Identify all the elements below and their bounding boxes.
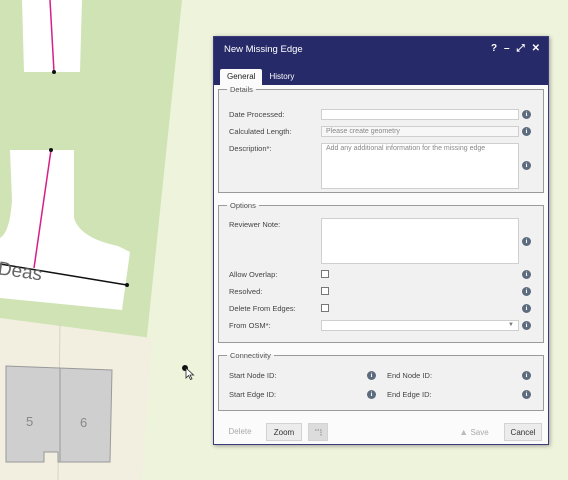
resolved-checkbox[interactable] (321, 287, 329, 295)
resolved-label: Resolved: (229, 287, 263, 296)
delete-from-edges-checkbox[interactable] (321, 304, 329, 312)
building-number-6: 6 (80, 415, 87, 430)
allow-overlap-info-icon[interactable]: i (522, 270, 531, 279)
save-button[interactable]: ▲ Save (454, 423, 494, 441)
date-processed-label: Date Processed: (229, 110, 285, 119)
options-legend: Options (230, 201, 256, 210)
details-legend: Details (230, 85, 253, 94)
reviewer-note-label: Reviewer Note: (229, 220, 281, 229)
from-osm-select[interactable]: ▼ (321, 320, 519, 331)
delete-from-edges-label: Delete From Edges: (229, 304, 296, 313)
save-label: Save (470, 428, 489, 437)
from-osm-label: From OSM*: (229, 321, 271, 330)
end-edge-label: End Edge ID: (387, 390, 432, 399)
start-edge-label: Start Edge ID: (229, 390, 277, 399)
description-textarea[interactable]: Add any additional information for the m… (321, 143, 519, 189)
reviewer-note-textarea[interactable] (321, 218, 519, 264)
connectivity-legend: Connectivity (230, 351, 271, 360)
help-icon[interactable]: ? (491, 43, 497, 55)
building-number-5: 5 (26, 414, 33, 429)
dialog-title: New Missing Edge (224, 44, 303, 55)
description-label: Description*: (229, 144, 272, 153)
minimize-icon[interactable]: – (504, 43, 510, 55)
details-section: Details Date Processed: i Calculated Len… (218, 85, 544, 193)
connectivity-section: Connectivity Start Node ID: i End Node I… (218, 351, 544, 411)
mouse-pointer-icon (185, 367, 195, 381)
start-node-info-icon[interactable]: i (367, 371, 376, 380)
end-node-label: End Node ID: (387, 371, 433, 380)
close-icon[interactable]: ✕ (532, 43, 540, 55)
calculated-length-field[interactable]: Please create geometry (321, 126, 519, 137)
allow-overlap-label: Allow Overlap: (229, 270, 278, 279)
allow-overlap-checkbox[interactable] (321, 270, 329, 278)
start-node-label: Start Node ID: (229, 371, 277, 380)
dialog-titlebar[interactable]: New Missing Edge ? – ⤢ ✕ General History (214, 37, 548, 85)
end-node-info-icon[interactable]: i (522, 371, 531, 380)
description-info-icon[interactable]: i (522, 161, 531, 170)
new-missing-edge-dialog: New Missing Edge ? – ⤢ ✕ General History… (213, 36, 549, 445)
end-edge-info-icon[interactable]: i (522, 390, 531, 399)
cancel-button[interactable]: Cancel (504, 423, 542, 441)
reviewer-note-info-icon[interactable]: i (522, 237, 531, 246)
delete-button[interactable]: Delete (224, 423, 256, 441)
tab-general[interactable]: General (220, 69, 263, 85)
selection-icon (315, 429, 322, 436)
resolved-info-icon[interactable]: i (522, 287, 531, 296)
delete-from-edges-info-icon[interactable]: i (522, 304, 531, 313)
warning-icon: ▲ (459, 427, 469, 437)
zoom-button[interactable]: Zoom (266, 423, 302, 441)
maximize-icon[interactable]: ⤢ (517, 43, 525, 55)
tab-history[interactable]: History (262, 69, 301, 85)
date-processed-info-icon[interactable]: i (522, 110, 531, 119)
chevron-down-icon: ▼ (508, 322, 514, 328)
options-section: Options Reviewer Note: i Allow Overlap: … (218, 201, 544, 343)
start-edge-info-icon[interactable]: i (367, 390, 376, 399)
date-processed-field[interactable] (321, 109, 519, 120)
calculated-length-label: Calculated Length: (229, 127, 292, 136)
calculated-length-info-icon[interactable]: i (522, 127, 531, 136)
select-geometry-button[interactable] (308, 423, 328, 441)
from-osm-info-icon[interactable]: i (522, 321, 531, 330)
